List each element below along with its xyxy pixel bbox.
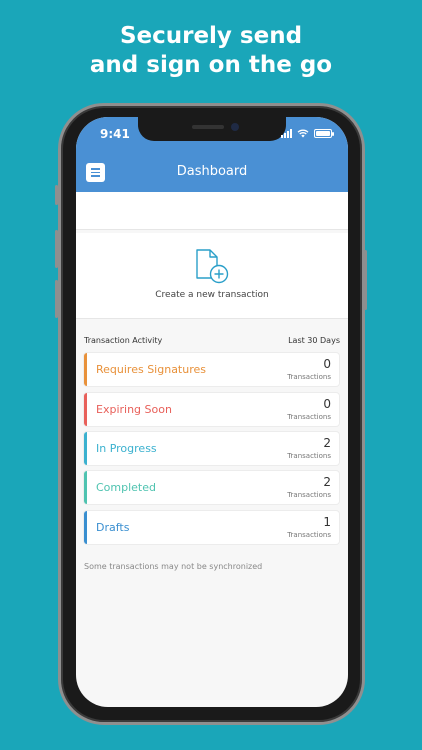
- row-count: 2: [323, 475, 331, 489]
- row-count: 0: [323, 397, 331, 411]
- volume-down-button: [55, 280, 58, 318]
- row-completed[interactable]: Completed 2 Transactions: [84, 471, 339, 504]
- row-accent: [84, 353, 87, 386]
- wifi-icon: [297, 129, 309, 138]
- activity-range: Last 30 Days: [288, 336, 340, 345]
- row-count: 1: [323, 515, 331, 529]
- row-unit: Transactions: [287, 413, 331, 421]
- power-button: [364, 250, 367, 310]
- row-unit: Transactions: [287, 452, 331, 460]
- row-accent: [84, 471, 87, 504]
- activity-title: Transaction Activity: [84, 336, 163, 345]
- row-accent: [84, 432, 87, 465]
- row-drafts[interactable]: Drafts 1 Transactions: [84, 511, 339, 544]
- create-transaction-label: Create a new transaction: [155, 290, 269, 300]
- notch: [138, 117, 286, 141]
- row-unit: Transactions: [287, 491, 331, 499]
- front-camera: [231, 123, 239, 131]
- row-label: Drafts: [96, 521, 130, 534]
- new-document-icon: [196, 249, 229, 284]
- row-expiring-soon[interactable]: Expiring Soon 0 Transactions: [84, 393, 339, 426]
- row-unit: Transactions: [287, 531, 331, 539]
- row-accent: [84, 511, 87, 544]
- headline-line-2: and sign on the go: [89, 52, 333, 78]
- page-title: Dashboard: [176, 164, 248, 179]
- app-bar: 9:41 Dashboard: [76, 117, 348, 192]
- signal-icon: [281, 129, 292, 138]
- row-unit: Transactions: [287, 373, 331, 381]
- row-label: Completed: [96, 481, 156, 494]
- row-count: 0: [323, 357, 331, 371]
- row-label: In Progress: [96, 442, 157, 455]
- phone-screen: 9:41 Dashboard Create a new transaction …: [76, 117, 348, 707]
- silent-switch: [55, 185, 58, 205]
- headline-line-1: Securely send: [119, 23, 303, 49]
- row-label: Requires Signatures: [96, 363, 206, 376]
- speaker: [192, 125, 224, 129]
- sync-note: Some transactions may not be synchronize…: [84, 562, 263, 571]
- activity-header: Transaction Activity Last 30 Days: [84, 336, 340, 345]
- row-count: 2: [323, 436, 331, 450]
- status-time: 9:41: [100, 127, 130, 141]
- header-strip: [76, 192, 348, 230]
- volume-up-button: [55, 230, 58, 268]
- create-transaction-button[interactable]: Create a new transaction: [76, 233, 348, 319]
- status-icons: [281, 129, 334, 138]
- row-accent: [84, 393, 87, 426]
- headline: Securely send and sign on the go: [0, 22, 422, 80]
- row-requires-signatures[interactable]: Requires Signatures 0 Transactions: [84, 353, 339, 386]
- battery-icon: [314, 129, 334, 138]
- row-in-progress[interactable]: In Progress 2 Transactions: [84, 432, 339, 465]
- row-label: Expiring Soon: [96, 403, 172, 416]
